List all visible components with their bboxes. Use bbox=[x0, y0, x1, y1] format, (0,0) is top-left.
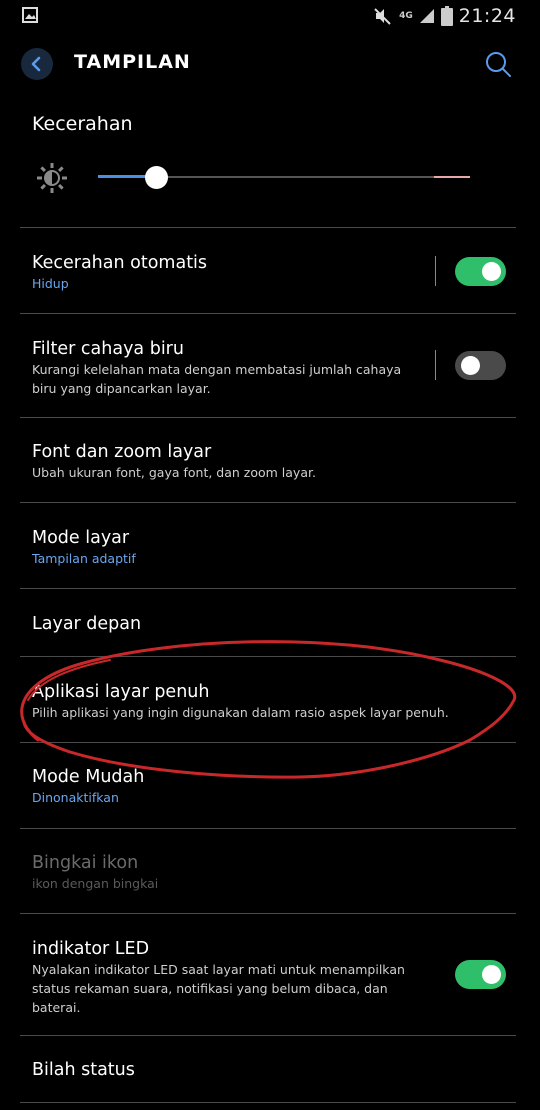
slider-thumb[interactable] bbox=[144, 166, 168, 189]
divider bbox=[20, 227, 516, 228]
setting-led-indicator[interactable]: indikator LED Nyalakan indikator LED saa… bbox=[32, 938, 502, 1017]
setting-icon-frames: Bingkai ikon ikon dengan bingkai bbox=[32, 852, 502, 893]
divider bbox=[20, 417, 516, 418]
blue-light-filter-toggle[interactable] bbox=[455, 351, 506, 380]
setting-title: Bingkai ikon bbox=[32, 853, 139, 873]
setting-status: Dinonaktifkan bbox=[32, 790, 119, 805]
setting-description: Nyalakan indikator LED saat layar mati u… bbox=[32, 962, 405, 1015]
battery-icon bbox=[440, 6, 453, 26]
divider bbox=[20, 656, 516, 657]
setting-description: Ubah ukuran font, gaya font, dan zoom la… bbox=[32, 465, 316, 480]
setting-title: Mode layar bbox=[32, 528, 130, 548]
mute-icon bbox=[374, 8, 391, 25]
setting-full-screen-apps[interactable]: Aplikasi layar penuh Pilih aplikasi yang… bbox=[32, 681, 502, 722]
setting-description: Kurangi kelelahan mata dengan membatasi … bbox=[32, 362, 402, 396]
divider bbox=[20, 742, 516, 743]
toggle-knob bbox=[482, 965, 501, 984]
toggle-knob bbox=[461, 356, 480, 375]
gallery-icon bbox=[22, 7, 38, 23]
app-bar: TAMPILAN bbox=[0, 32, 540, 96]
brightness-title: Kecerahan bbox=[32, 113, 133, 135]
setting-title: Kecerahan otomatis bbox=[32, 253, 208, 273]
setting-status: ikon dengan bingkai bbox=[32, 876, 159, 891]
divider bbox=[20, 502, 516, 503]
sun-icon bbox=[37, 163, 67, 193]
toggle-knob bbox=[482, 262, 501, 281]
setting-title: Bilah status bbox=[32, 1060, 135, 1080]
setting-description: Pilih aplikasi yang ingin digunakan dala… bbox=[32, 705, 449, 720]
clock: 21:24 bbox=[458, 5, 516, 27]
network-type: 4G bbox=[399, 10, 413, 21]
setting-screen-mode[interactable]: Mode layar Tampilan adaptif bbox=[32, 527, 502, 568]
status-bar: 4G 21:24 bbox=[0, 0, 540, 32]
divider bbox=[20, 588, 516, 589]
divider bbox=[20, 313, 516, 314]
setting-title: Font dan zoom layar bbox=[32, 442, 212, 462]
divider bbox=[20, 913, 516, 914]
setting-blue-light-filter[interactable]: Filter cahaya biru Kurangi kelelahan mat… bbox=[32, 338, 502, 398]
toggle-separator bbox=[435, 350, 436, 380]
divider bbox=[20, 1035, 516, 1036]
setting-status-bar[interactable]: Bilah status bbox=[32, 1059, 502, 1081]
divider bbox=[20, 828, 516, 829]
setting-front-screen[interactable]: Layar depan bbox=[32, 613, 502, 635]
toggle-separator bbox=[435, 256, 436, 286]
auto-brightness-toggle[interactable] bbox=[455, 257, 506, 286]
slider-max-segment bbox=[434, 176, 470, 178]
setting-title: Layar depan bbox=[32, 614, 142, 634]
setting-title: Mode Mudah bbox=[32, 767, 145, 787]
divider bbox=[20, 1102, 516, 1103]
led-indicator-toggle[interactable] bbox=[455, 960, 506, 989]
setting-status: Hidup bbox=[32, 276, 69, 291]
chevron-left-icon bbox=[31, 56, 41, 72]
setting-easy-mode[interactable]: Mode Mudah Dinonaktifkan bbox=[32, 766, 502, 807]
setting-title: Aplikasi layar penuh bbox=[32, 682, 210, 702]
setting-font-zoom[interactable]: Font dan zoom layar Ubah ukuran font, ga… bbox=[32, 441, 502, 482]
brightness-slider[interactable] bbox=[98, 164, 470, 192]
setting-auto-brightness[interactable]: Kecerahan otomatis Hidup bbox=[32, 252, 502, 293]
setting-status: Tampilan adaptif bbox=[32, 551, 136, 566]
search-icon[interactable] bbox=[484, 50, 512, 78]
back-button[interactable] bbox=[21, 48, 53, 80]
setting-title: Filter cahaya biru bbox=[32, 339, 184, 359]
page-title: TAMPILAN bbox=[74, 51, 191, 73]
signal-icon bbox=[419, 9, 434, 23]
setting-title: indikator LED bbox=[32, 939, 150, 959]
